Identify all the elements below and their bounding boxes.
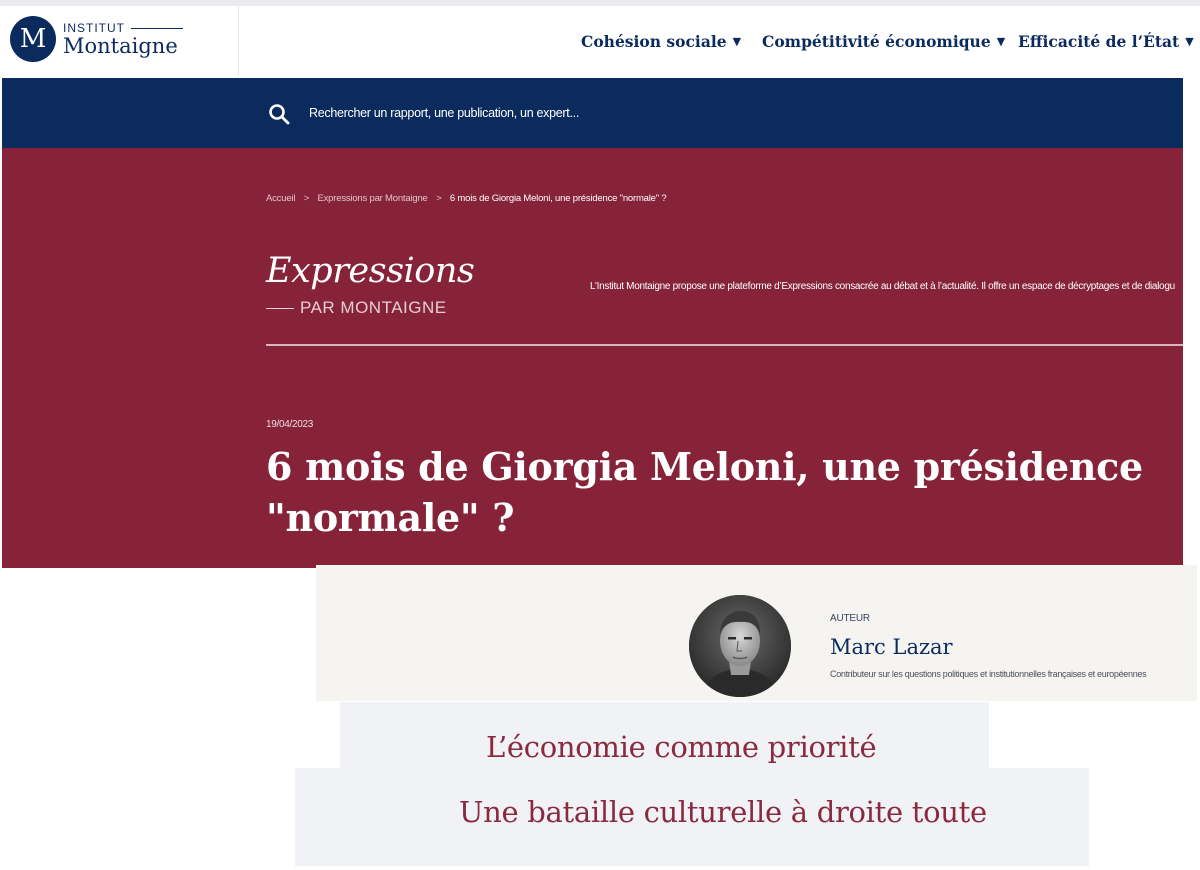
search-icon[interactable] [267, 102, 291, 126]
logo-rule [131, 27, 183, 29]
logo-name: Montaigne [63, 34, 178, 58]
nav-label: Compétitivité économique [762, 32, 991, 51]
logo-institut-text: INSTITUT [63, 21, 125, 35]
caret-down-icon: ▼ [1185, 35, 1194, 48]
nav-competitivite-economique[interactable]: Compétitivité économique ▼ [762, 32, 1005, 51]
search-input[interactable]: Rechercher un rapport, une publication, … [309, 106, 579, 120]
author-label: AUTEUR [830, 613, 870, 624]
institut-montaigne-logo[interactable]: M INSTITUT Montaigne [10, 16, 183, 62]
article-date: 19/04/2023 [266, 419, 314, 430]
nav-efficacite-etat[interactable]: Efficacité de l’État ▼ [1018, 32, 1194, 51]
caret-down-icon: ▼ [732, 35, 742, 48]
author-photo-icon [689, 595, 791, 697]
search-bar[interactable]: Rechercher un rapport, une publication, … [2, 78, 1183, 148]
breadcrumb-separator: > [303, 193, 310, 204]
breadcrumb-current: 6 mois de Giorgia Meloni, une présidence… [449, 193, 667, 204]
hero-divider [266, 344, 1183, 346]
section-subtitle-row: PAR MONTAIGNE [266, 298, 447, 318]
logo-institut-row: INSTITUT [63, 21, 183, 35]
breadcrumb-home[interactable]: Accueil [266, 193, 295, 204]
article-hero: Accueil > Expressions par Montaigne > 6 … [2, 148, 1183, 568]
section-heading-economy[interactable]: L’économie comme priorité [486, 730, 877, 764]
header-divider [238, 6, 239, 76]
section-heading-box: Une bataille culturelle à droite toute [295, 768, 1089, 866]
section-heading-box: L’économie comme priorité [340, 702, 989, 768]
author-name-link[interactable]: Marc Lazar [830, 635, 953, 659]
article-title: 6 mois de Giorgia Meloni, une présidence… [266, 444, 1143, 540]
nav-cohesion-sociale[interactable]: Cohésion sociale ▼ [581, 32, 741, 51]
logo-badge: M [10, 16, 56, 62]
nav-label: Efficacité de l’État [1018, 32, 1180, 51]
site-header: M INSTITUT Montaigne Cohésion sociale ▼ … [0, 6, 1200, 76]
section-description: L’Institut Montaigne propose une platefo… [590, 281, 1175, 292]
breadcrumb-separator: > [436, 193, 442, 204]
logo-wordmark: INSTITUT Montaigne [63, 21, 183, 57]
author-card: AUTEUR Marc Lazar Contributeur sur les q… [316, 565, 1197, 701]
breadcrumb-expressions[interactable]: Expressions par Montaigne [318, 193, 428, 204]
section-title: Expressions [266, 251, 475, 291]
caret-down-icon: ▼ [996, 35, 1006, 48]
nav-label: Cohésion sociale [581, 32, 727, 51]
section-heading-culture[interactable]: Une bataille culturelle à droite toute [459, 795, 987, 829]
subtitle-dash [266, 307, 294, 309]
author-avatar[interactable] [689, 595, 791, 697]
section-subtitle: PAR MONTAIGNE [300, 298, 447, 317]
author-role: Contributeur sur les questions politique… [830, 669, 1147, 679]
breadcrumb: Accueil > Expressions par Montaigne > 6 … [266, 193, 667, 204]
